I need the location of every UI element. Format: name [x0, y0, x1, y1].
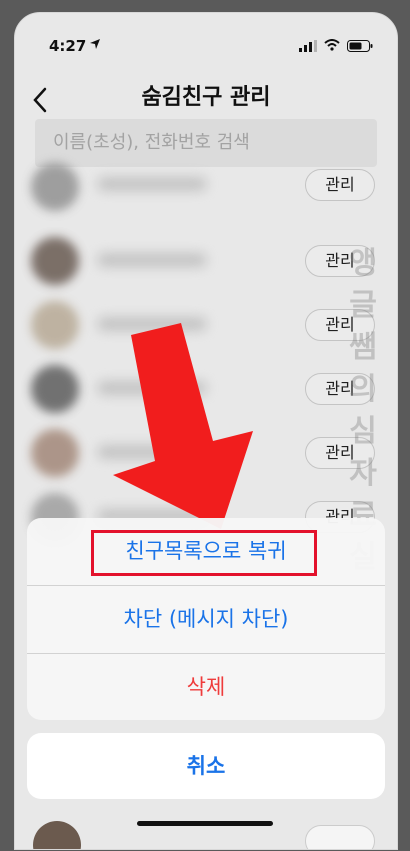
block-button[interactable]: 차단 (메시지 차단) [27, 586, 385, 653]
highlight-box [91, 530, 317, 576]
home-indicator [137, 821, 273, 826]
manage-button-partial[interactable] [305, 825, 375, 849]
phone-screen: 4:27 숨김친구 관리 이름(초성), 전화번호 검색 관리 관리 관리 관리… [14, 12, 398, 850]
cancel-button[interactable]: 취소 [27, 733, 385, 799]
delete-button[interactable]: 삭제 [27, 654, 385, 720]
red-arrow-annotation [113, 323, 253, 529]
action-sheet: 친구목록으로 복귀 차단 (메시지 차단) 삭제 [27, 518, 385, 720]
